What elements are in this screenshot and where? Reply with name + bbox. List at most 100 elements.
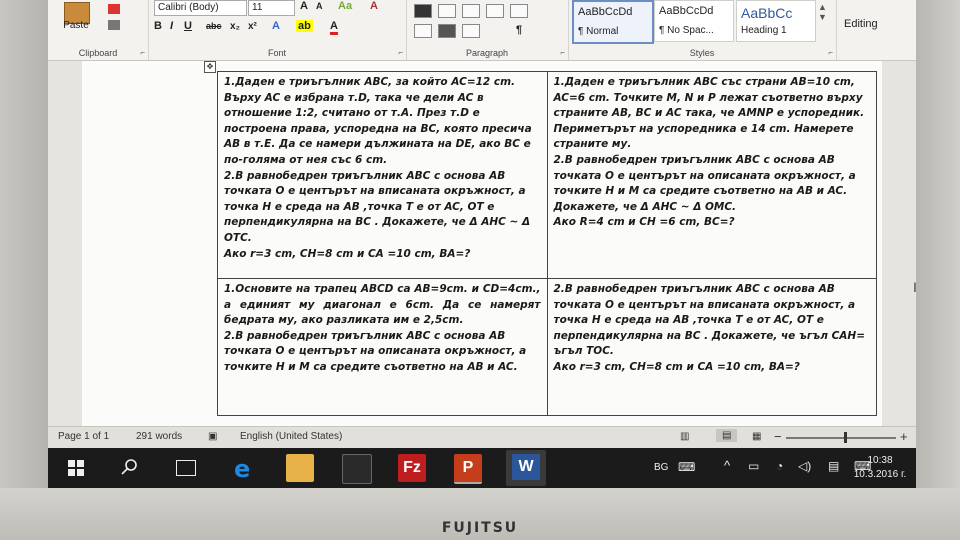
dialog-launcher-icon[interactable]: ⌐	[140, 48, 145, 57]
superscript-icon[interactable]: x²	[248, 21, 257, 32]
style-name: ¶ No Spac...	[659, 25, 714, 36]
cell-paragraph: Ако r=3 cm, CH=8 cm и CA =10 cm, BA=?	[224, 247, 471, 260]
monitor-bezel-right	[916, 0, 960, 540]
strikethrough-icon[interactable]: abc	[206, 21, 222, 31]
cut-icon[interactable]	[108, 4, 120, 14]
font-name-select[interactable]: Calibri (Body)	[154, 0, 247, 16]
web-layout-icon[interactable]: ▦	[752, 431, 761, 442]
font-launcher-icon[interactable]: ⌐	[398, 48, 403, 57]
italic-icon[interactable]: I	[170, 20, 173, 32]
language-indicator[interactable]: English (United States)	[240, 431, 342, 442]
editing-button[interactable]: Editing	[844, 18, 878, 30]
table-row: 1.Основите на трапец ABCD са AB=9cm. и C…	[217, 278, 877, 416]
zoom-out-icon[interactable]: −	[774, 429, 782, 444]
monitor-brand-logo: FUJITSU	[441, 520, 519, 536]
bullets-icon[interactable]	[438, 4, 456, 18]
decrease-indent-icon[interactable]	[510, 4, 528, 18]
search-icon[interactable]	[120, 458, 138, 481]
battery-icon[interactable]: ▭	[748, 459, 759, 473]
shrink-font-icon[interactable]: A	[316, 1, 323, 11]
style-name: ¶ Normal	[578, 26, 619, 37]
input-language[interactable]: BG	[654, 462, 668, 473]
borders-icon[interactable]	[438, 24, 456, 38]
align-justify-icon[interactable]	[414, 4, 432, 18]
copy-icon[interactable]	[108, 20, 120, 30]
word-count[interactable]: 291 words	[136, 431, 182, 442]
page-count[interactable]: Page 1 of 1	[58, 431, 109, 442]
action-center-icon[interactable]: ▤	[828, 459, 839, 473]
keyboard-icon[interactable]: ⌨	[678, 460, 695, 474]
filezilla-icon[interactable]: Fz	[398, 454, 426, 482]
document-area[interactable]: ✥ 1.Даден е триъгълник ABC, за който AC=…	[48, 61, 916, 426]
underline-icon[interactable]: U	[184, 20, 192, 32]
grow-font-icon[interactable]: A	[300, 0, 308, 12]
font-size-select[interactable]: 11	[248, 0, 295, 16]
subscript-icon[interactable]: x₂	[230, 21, 240, 32]
document-page[interactable]: ✥ 1.Даден е триъгълник ABC, за който AC=…	[82, 61, 882, 426]
style-heading-1[interactable]: AaBbCc Heading 1	[736, 0, 816, 42]
taskbar: e Fz P W BG ⌨ ^ ▭ ◔ ◁) ▤ ⌨ 10:38 10.3.20…	[48, 448, 916, 488]
cell-paragraph: 1.Основите на трапец ABCD са AB=9cm. и C…	[224, 283, 541, 327]
cell-paragraph: 2.В равнобедрен триъгълник ABC с основа …	[553, 153, 856, 198]
table-row: 1.Даден е триъгълник ABC, за който AC=12…	[217, 71, 877, 279]
change-case-icon[interactable]: Aa	[338, 0, 352, 12]
cell-paragraph: 2.В равнобедрен триъгълник ABC с основа …	[224, 329, 527, 373]
highlight-icon[interactable]: ab	[296, 20, 313, 32]
show-marks-icon[interactable]: ¶	[516, 24, 522, 36]
monitor-bezel-left	[0, 0, 48, 540]
word-taskbar-button[interactable]: W	[506, 450, 546, 486]
print-layout-icon[interactable]: ▤	[716, 429, 738, 442]
problems-table: 1.Даден е триъгълник ABC, за който AC=12…	[217, 71, 877, 416]
style-normal[interactable]: AaBbCcDd ¶ Normal	[572, 0, 654, 44]
zoom-in-icon[interactable]: +	[900, 429, 908, 444]
proofing-icon[interactable]: ▣	[208, 431, 217, 442]
zoom-slider[interactable]	[786, 437, 896, 439]
cell-paragraph: 2.В равнобедрен триъгълник ABC с основа …	[553, 283, 866, 358]
edge-browser-icon[interactable]: e	[230, 454, 258, 483]
style-name: Heading 1	[741, 25, 787, 36]
clipboard-group: Paste Clipboard ⌐	[48, 0, 149, 60]
styles-group-label: Styles	[689, 48, 715, 58]
sort-icon[interactable]	[462, 24, 480, 38]
font-color-icon[interactable]: A	[330, 20, 338, 35]
style-sample: AaBbCcDd	[578, 6, 633, 18]
table-move-handle-icon[interactable]: ✥	[204, 61, 216, 73]
table-cell[interactable]: 1.Основите на трапец ABCD са AB=9cm. и C…	[217, 278, 548, 416]
style-sample: AaBbCc	[741, 5, 793, 21]
paragraph-launcher-icon[interactable]: ⌐	[560, 48, 565, 57]
font-group-label: Font	[267, 48, 286, 58]
font-group: Calibri (Body) 11 A A Aa A B I U abc x₂ …	[148, 0, 407, 60]
styles-scroll-icon[interactable]: ▲ ▼	[818, 2, 827, 22]
store-icon[interactable]	[342, 454, 372, 484]
clock[interactable]: 10:38 10.3.2016 г.	[850, 454, 910, 482]
svg-text:e: e	[234, 455, 250, 482]
task-view-icon[interactable]	[176, 460, 196, 476]
paragraph-group-label: Paragraph	[465, 48, 509, 58]
shading-icon[interactable]	[414, 24, 432, 38]
clear-format-icon[interactable]: A	[370, 0, 378, 12]
powerpoint-icon[interactable]: P	[454, 454, 482, 484]
numbering-icon[interactable]	[462, 4, 480, 18]
bold-icon[interactable]: B	[154, 20, 162, 32]
cell-paragraph: 2.В равнобедрен триъгълник ABC с основа …	[224, 169, 531, 244]
clipboard-group-label: Clipboard	[78, 48, 118, 58]
clock-date: 10.3.2016 г.	[853, 469, 907, 480]
read-mode-icon[interactable]: ▥	[680, 431, 689, 442]
table-cell[interactable]: 2.В равнобедрен триъгълник ABC с основа …	[546, 278, 877, 416]
table-cell[interactable]: 1.Даден е триъгълник ABC със страни AB=1…	[546, 71, 877, 279]
status-bar: Page 1 of 1 291 words ▣ English (United …	[48, 426, 916, 449]
style-sample: AaBbCcDd	[659, 5, 714, 17]
zoom-slider-thumb[interactable]	[844, 432, 847, 443]
multilevel-list-icon[interactable]	[486, 4, 504, 18]
wifi-icon[interactable]: ◔	[776, 459, 783, 473]
table-cell[interactable]: 1.Даден е триъгълник ABC, за който AC=12…	[217, 71, 548, 279]
start-windows-icon[interactable]	[68, 460, 84, 476]
styles-launcher-icon[interactable]: ⌐	[828, 48, 833, 57]
chevron-up-icon[interactable]: ^	[724, 458, 730, 473]
file-explorer-icon[interactable]	[286, 454, 314, 482]
style-no-spacing[interactable]: AaBbCcDd ¶ No Spac...	[654, 0, 734, 42]
paste-button[interactable]: Paste	[54, 2, 98, 38]
volume-icon[interactable]: ◁)	[798, 459, 811, 473]
paste-label: Paste	[63, 20, 89, 31]
text-effects-icon[interactable]: A	[272, 20, 280, 32]
